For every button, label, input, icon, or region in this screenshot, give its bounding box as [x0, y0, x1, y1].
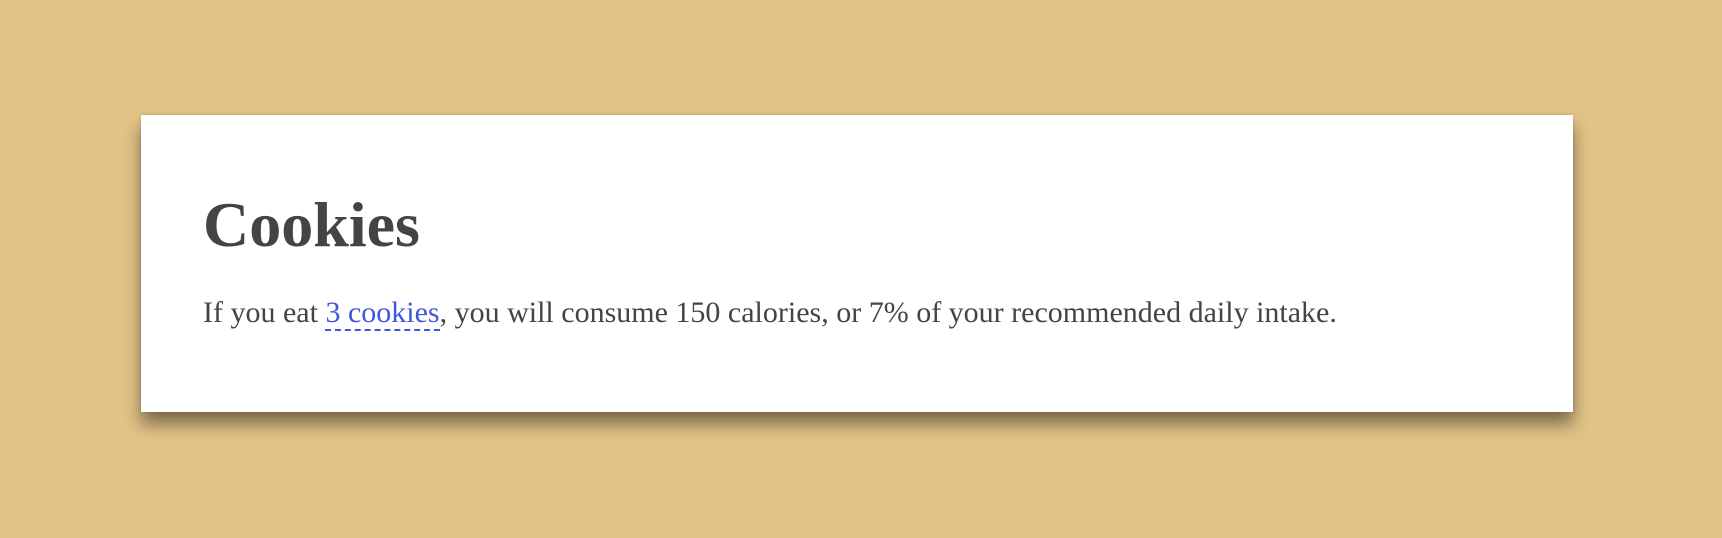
sentence-suffix: of your recommended daily intake. — [908, 296, 1337, 329]
calorie-sentence: If you eat 3 cookies, you will consume 1… — [203, 295, 1511, 331]
calories-value: 150 calories — [675, 296, 822, 329]
sentence-middle: , you will consume — [439, 296, 676, 329]
sentence-prefix: If you eat — [203, 296, 326, 329]
percent-value: 7% — [868, 296, 909, 329]
cookies-card: Cookies If you eat 3 cookies, you will c… — [141, 115, 1573, 412]
cookie-count-adjustable[interactable]: 3 cookies — [325, 296, 440, 331]
page-title: Cookies — [203, 189, 420, 260]
sentence-joiner: , or — [821, 296, 869, 329]
